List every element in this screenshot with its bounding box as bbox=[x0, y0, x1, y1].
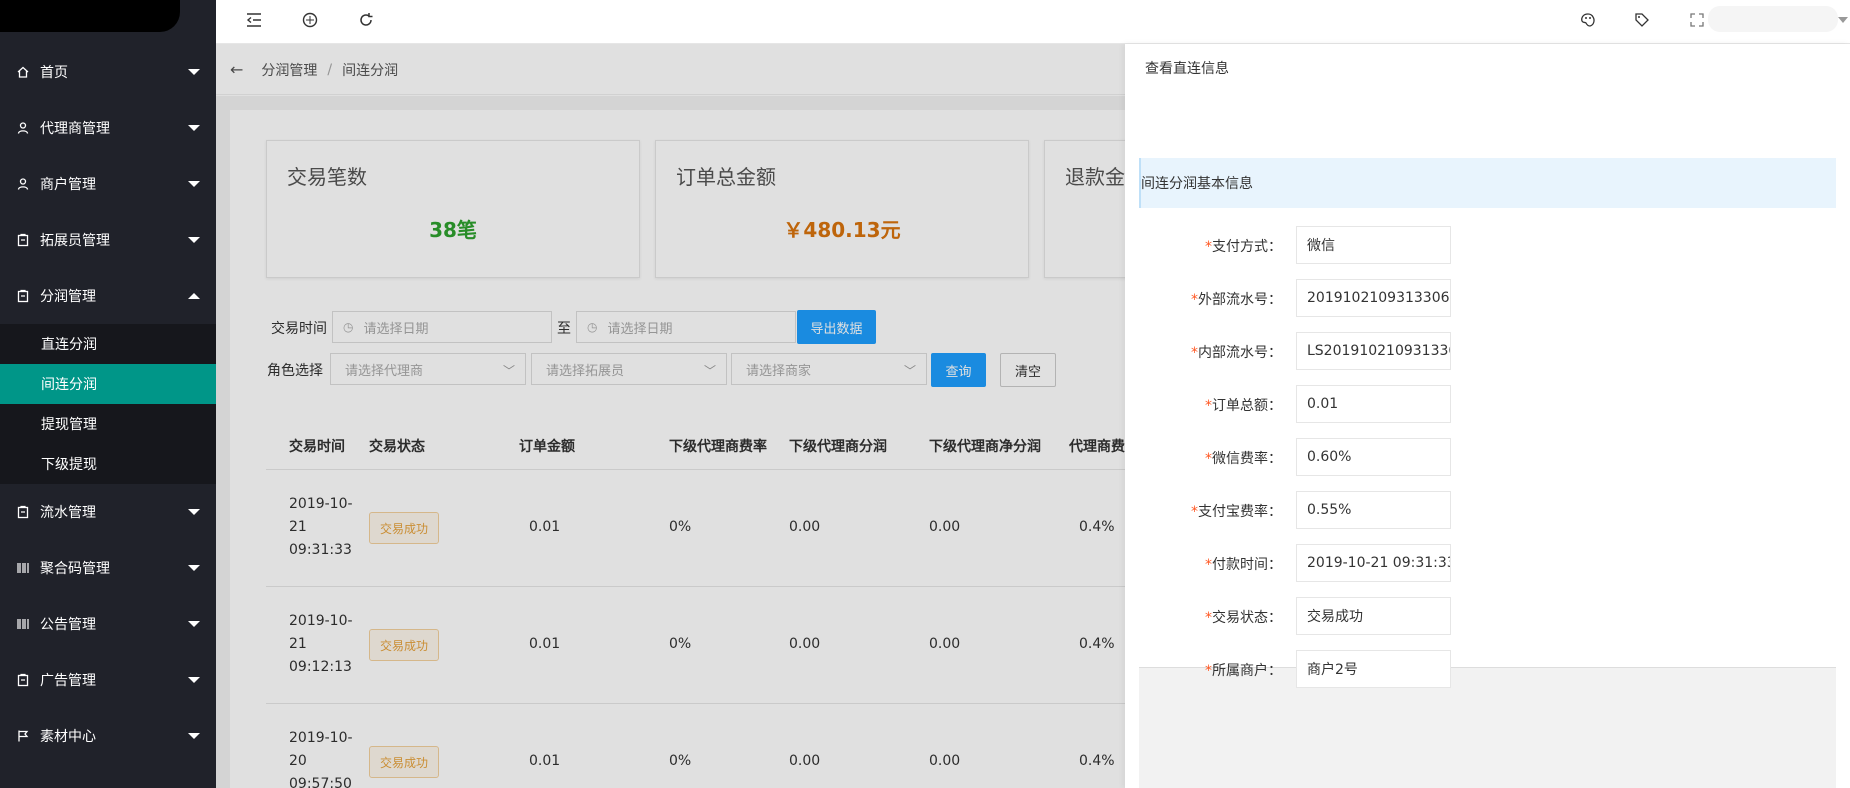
field-label: *内部流水号： bbox=[1191, 345, 1282, 361]
sidebar-item-indirect-profit[interactable]: 间连分润 bbox=[0, 364, 216, 404]
field-label: *外部流水号： bbox=[1191, 292, 1282, 308]
sidebar-item-label: 流水管理 bbox=[40, 505, 96, 521]
user-icon bbox=[16, 177, 30, 191]
home-icon bbox=[16, 65, 30, 79]
field-label: *支付方式： bbox=[1205, 239, 1282, 255]
clipboard-icon bbox=[16, 673, 30, 687]
form-row-wechat-rate: *微信费率： 0.60% bbox=[1139, 438, 1836, 476]
form-row-pay-method: *支付方式： 微信 bbox=[1139, 226, 1836, 264]
sidebar-item-label: 素材中心 bbox=[40, 729, 96, 745]
chevron-down-icon bbox=[188, 733, 200, 739]
sidebar-item-label: 分润管理 bbox=[40, 289, 96, 305]
user-menu[interactable] bbox=[1708, 6, 1838, 32]
fullscreen-icon[interactable] bbox=[1687, 10, 1707, 30]
sidebar-item-label: 直连分润 bbox=[41, 337, 97, 353]
form-row-order-total: *订单总额： 0.01 bbox=[1139, 385, 1836, 423]
sidebar-item-withdraw[interactable]: 提现管理 bbox=[0, 404, 216, 444]
submenu-profit: 直连分润 间连分润 提现管理 下级提现 bbox=[0, 324, 216, 484]
external-serial-field[interactable]: 2019102109313306370 bbox=[1296, 279, 1451, 317]
sidebar-item-label: 商户管理 bbox=[40, 177, 96, 193]
sidebar: 首页 代理商管理 商户管理 拓展员管理 分润管理 直连分润 间连分润 提现管理 bbox=[0, 0, 216, 788]
clipboard-icon bbox=[16, 505, 30, 519]
drawer-form: 间连分润基本信息 *支付方式： 微信 *外部流水号： 2019102109313… bbox=[1139, 100, 1836, 688]
sidebar-item-label: 间连分润 bbox=[41, 377, 97, 393]
theme-icon[interactable] bbox=[1578, 10, 1598, 30]
website-icon[interactable] bbox=[300, 10, 320, 30]
user-icon bbox=[16, 121, 30, 135]
form-row-external-serial: *外部流水号： 2019102109313306370 bbox=[1139, 279, 1836, 317]
sidebar-item-label: 首页 bbox=[40, 65, 68, 81]
detail-drawer: 查看直连信息 间连分润基本信息 *支付方式： 微信 *外部流水号： 201910… bbox=[1125, 44, 1850, 788]
sidebar-item-expanders[interactable]: 拓展员管理 bbox=[0, 212, 216, 268]
sidebar-item-label: 公告管理 bbox=[40, 617, 96, 633]
field-label: *付款时间： bbox=[1205, 557, 1282, 573]
merchant-field[interactable]: 商户2号 bbox=[1296, 650, 1451, 688]
form-row-alipay-rate: *支付宝费率： 0.55% bbox=[1139, 491, 1836, 529]
pay-time-field[interactable]: 2019-10-21 09:31:33 bbox=[1296, 544, 1451, 582]
chevron-down-icon bbox=[1838, 17, 1848, 23]
chevron-down-icon bbox=[188, 181, 200, 187]
sidebar-item-flow[interactable]: 流水管理 bbox=[0, 484, 216, 540]
internal-serial-field[interactable]: LS2019102109313360 bbox=[1296, 332, 1451, 370]
field-label: *支付宝费率： bbox=[1191, 504, 1282, 520]
chevron-down-icon bbox=[188, 677, 200, 683]
trade-status-field[interactable]: 交易成功 bbox=[1296, 597, 1451, 635]
flag-icon bbox=[16, 729, 30, 743]
top-header bbox=[216, 0, 1850, 44]
field-label: *所属商户： bbox=[1205, 663, 1282, 679]
sidebar-item-label: 拓展员管理 bbox=[40, 233, 110, 249]
qrcode-icon bbox=[16, 561, 30, 575]
sidebar-item-label: 广告管理 bbox=[40, 673, 96, 689]
drawer-title: 查看直连信息 bbox=[1145, 61, 1229, 77]
sidebar-item-notice[interactable]: 公告管理 bbox=[0, 596, 216, 652]
wechat-rate-field[interactable]: 0.60% bbox=[1296, 438, 1451, 476]
sidebar-item-label: 代理商管理 bbox=[40, 121, 110, 137]
sidebar-item-qrcode[interactable]: 聚合码管理 bbox=[0, 540, 216, 596]
order-total-field[interactable]: 0.01 bbox=[1296, 385, 1451, 423]
sidebar-item-home[interactable]: 首页 bbox=[0, 44, 216, 100]
section-title: 间连分润基本信息 bbox=[1141, 176, 1253, 192]
clipboard-icon bbox=[16, 233, 30, 247]
sidebar-menu: 首页 代理商管理 商户管理 拓展员管理 分润管理 直连分润 间连分润 提现管理 bbox=[0, 44, 216, 764]
form-row-merchant: *所属商户： 商户2号 bbox=[1139, 650, 1836, 688]
sidebar-item-sub-withdraw[interactable]: 下级提现 bbox=[0, 444, 216, 484]
sidebar-item-label: 下级提现 bbox=[41, 457, 97, 473]
alipay-rate-field[interactable]: 0.55% bbox=[1296, 491, 1451, 529]
chevron-up-icon bbox=[188, 293, 200, 299]
field-label: *订单总额： bbox=[1205, 398, 1282, 414]
section-header: 间连分润基本信息 bbox=[1139, 158, 1836, 208]
chevron-down-icon bbox=[188, 69, 200, 75]
pay-method-field[interactable]: 微信 bbox=[1296, 226, 1451, 264]
sidebar-item-materials[interactable]: 素材中心 bbox=[0, 708, 216, 764]
refresh-icon[interactable] bbox=[356, 10, 376, 30]
chevron-down-icon bbox=[188, 565, 200, 571]
qrcode-icon bbox=[16, 617, 30, 631]
sidebar-item-label: 聚合码管理 bbox=[40, 561, 110, 577]
logo bbox=[0, 0, 180, 32]
clipboard-icon bbox=[16, 289, 30, 303]
sidebar-item-label: 提现管理 bbox=[41, 417, 97, 433]
form-row-pay-time: *付款时间： 2019-10-21 09:31:33 bbox=[1139, 544, 1836, 582]
field-label: *交易状态： bbox=[1205, 610, 1282, 626]
chevron-down-icon bbox=[188, 237, 200, 243]
sidebar-item-direct-profit[interactable]: 直连分润 bbox=[0, 324, 216, 364]
sidebar-item-ads[interactable]: 广告管理 bbox=[0, 652, 216, 708]
chevron-down-icon bbox=[188, 621, 200, 627]
chevron-down-icon bbox=[188, 509, 200, 515]
form-row-internal-serial: *内部流水号： LS2019102109313360 bbox=[1139, 332, 1836, 370]
sidebar-item-profit[interactable]: 分润管理 bbox=[0, 268, 216, 324]
chevron-down-icon bbox=[188, 125, 200, 131]
field-label: *微信费率： bbox=[1205, 451, 1282, 467]
sidebar-item-agents[interactable]: 代理商管理 bbox=[0, 100, 216, 156]
tag-icon[interactable] bbox=[1632, 10, 1652, 30]
form-row-trade-status: *交易状态： 交易成功 bbox=[1139, 597, 1836, 635]
sidebar-item-merchants[interactable]: 商户管理 bbox=[0, 156, 216, 212]
menu-fold-icon[interactable] bbox=[244, 10, 264, 30]
